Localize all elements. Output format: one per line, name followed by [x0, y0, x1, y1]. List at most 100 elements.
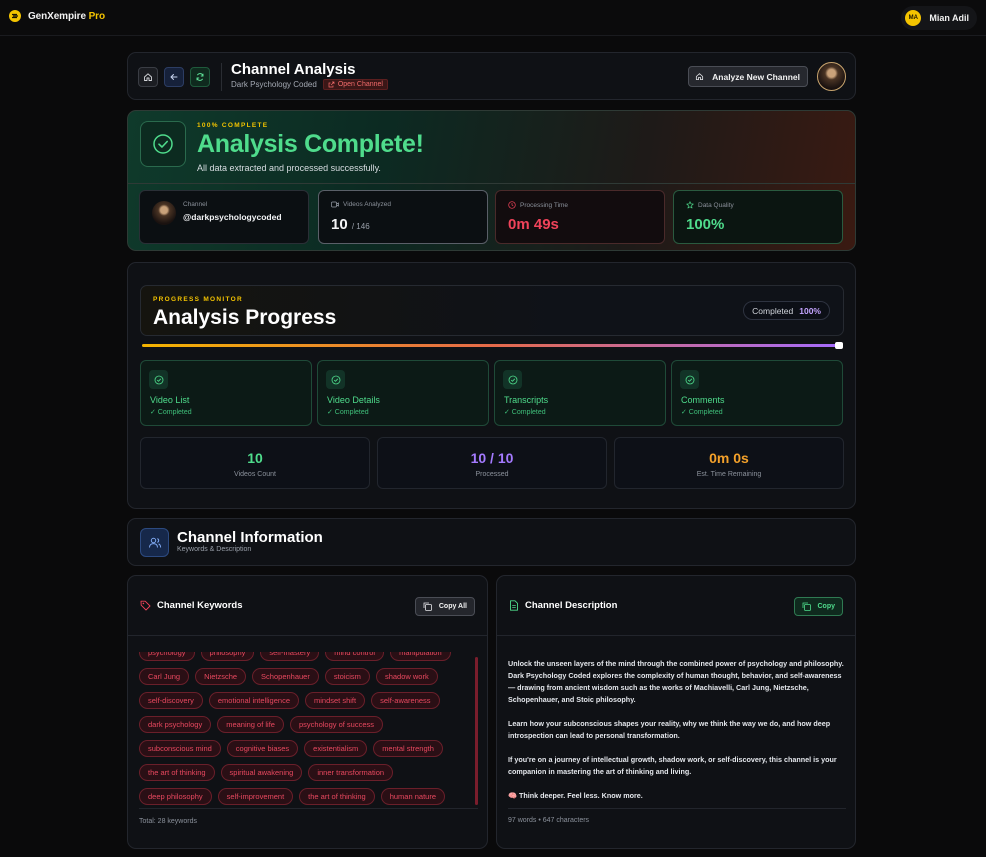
section-subtitle: Keywords & Description	[177, 546, 252, 553]
user-menu[interactable]: MA Mian Adil	[901, 6, 977, 30]
keyword-tag[interactable]: self-improvement	[217, 788, 294, 805]
arrow-left-icon	[170, 74, 178, 80]
step-comments: Comments ✓ Completed	[671, 360, 843, 426]
stat-value: 100%	[686, 216, 725, 233]
copy-icon	[802, 602, 811, 611]
brand-name: GenXempire Pro	[28, 10, 105, 22]
keyword-tag[interactable]: stoicism	[324, 668, 370, 685]
channel-information-header: Channel Information Keywords & Descripti…	[127, 518, 856, 566]
card-title: Channel Description	[509, 600, 617, 611]
users-icon	[140, 528, 169, 557]
user-avatar: MA	[905, 10, 922, 26]
channel-description-card: Channel Description Copy Unlock the unse…	[496, 575, 856, 849]
progress-bar-fill	[142, 344, 843, 347]
divider	[508, 808, 846, 809]
back-button[interactable]	[164, 67, 184, 87]
card-title: Channel Keywords	[140, 600, 243, 611]
keyword-tag[interactable]: shadow work	[375, 668, 438, 685]
keyword-tag[interactable]: mindset shift	[305, 692, 366, 709]
channel-avatar-small	[152, 201, 176, 225]
open-channel-label: Open Channel	[337, 81, 383, 88]
progress-bar	[142, 342, 843, 349]
keywords-scroll-area[interactable]: psychology philosophy self-mastery mind con…	[139, 652, 478, 809]
metric-label: Est. Time Remaining	[696, 471, 762, 478]
header-divider	[221, 63, 222, 91]
stat-processing-time: Processing Time 0m 49s	[495, 190, 665, 244]
step-status: ✓ Completed	[681, 409, 723, 416]
progress-header: PROGRESS MONITOR Analysis Progress Compl…	[140, 285, 844, 336]
metric-videos-count: 10 Videos Count	[140, 437, 370, 489]
keywords-list: psychology philosophy self-mastery mind con…	[139, 652, 465, 805]
step-status: ✓ Completed	[327, 409, 369, 416]
keyword-tag[interactable]: deep philosophy	[139, 788, 212, 805]
stat-label: Data Quality	[686, 201, 734, 209]
refresh-button[interactable]	[190, 67, 210, 87]
keyword-tag[interactable]: emotional intelligence	[208, 692, 299, 709]
complete-subtitle: All data extracted and processed success…	[197, 163, 381, 173]
metric-label: Processed	[475, 471, 509, 478]
keyword-tag[interactable]: Nietzsche	[195, 668, 247, 685]
keyword-tag[interactable]: meaning of life	[217, 716, 284, 733]
description-paragraph: 🧠 Think deeper. Feel less. Know more.	[508, 791, 643, 800]
check-circle-icon	[503, 370, 522, 389]
channel-keywords-card: Channel Keywords Copy All psychology phil…	[127, 575, 488, 849]
progress-title: Analysis Progress	[153, 306, 337, 329]
success-badge	[140, 121, 186, 167]
keywords-total: Total: 28 keywords	[139, 818, 197, 825]
stat-data-quality: Data Quality 100%	[673, 190, 843, 244]
keyword-tag[interactable]: human nature	[380, 788, 446, 805]
description-text: Unlock the unseen layers of the mind thr…	[508, 658, 846, 814]
keyword-tag[interactable]: philosophy	[200, 652, 255, 661]
keyword-tag[interactable]: self-discovery	[139, 692, 203, 709]
home-button[interactable]	[138, 67, 158, 87]
home-icon	[144, 73, 152, 81]
metric-value: 10 / 10	[470, 450, 514, 466]
step-status: ✓ Completed	[150, 409, 192, 416]
scrollbar[interactable]	[475, 657, 478, 805]
stat-label: Videos Analyzed	[331, 201, 391, 208]
copy-all-button[interactable]: Copy All	[414, 597, 475, 616]
keyword-tag[interactable]: mental strength	[373, 740, 443, 757]
keyword-tag[interactable]: existentialism	[304, 740, 368, 757]
keyword-tag[interactable]: the art of thinking	[139, 764, 215, 781]
check-circle-icon	[153, 134, 173, 154]
step-name: Video List	[150, 395, 190, 405]
keyword-tag[interactable]: psychology	[139, 652, 195, 661]
stat-value: 10 / 146	[331, 216, 370, 233]
document-icon	[510, 600, 518, 611]
stat-value: 0m 49s	[508, 216, 559, 233]
keyword-tag[interactable]: psychology of success	[289, 716, 384, 733]
metric-value: 10	[247, 450, 263, 466]
divider	[128, 183, 855, 184]
keyword-tag[interactable]: the art of thinking	[299, 788, 375, 805]
keyword-tag[interactable]: cognitive biases	[226, 740, 299, 757]
complete-title: Analysis Complete!	[197, 130, 424, 158]
step-name: Comments	[681, 395, 725, 405]
channel-header: Channel Analysis Dark Psychology Coded O…	[127, 52, 856, 100]
keyword-tag[interactable]: dark psychology	[139, 716, 212, 733]
top-bar: GenXempire Pro MA Mian Adil	[0, 0, 986, 36]
analyze-new-channel-button[interactable]: Analyze New Channel	[688, 66, 808, 87]
keyword-tag[interactable]: subconscious mind	[139, 740, 221, 757]
keyword-tag[interactable]: self-mastery	[260, 652, 320, 661]
keyword-tag[interactable]: self-awareness	[371, 692, 440, 709]
keyword-tag[interactable]: mind control	[325, 652, 385, 661]
copy-description-button[interactable]: Copy	[793, 597, 843, 616]
refresh-icon	[196, 73, 204, 81]
keyword-tag[interactable]: Schopenhauer	[252, 668, 319, 685]
step-name: Transcripts	[504, 395, 549, 405]
progress-kicker: PROGRESS MONITOR	[153, 296, 244, 303]
keyword-tag[interactable]: spiritual awakening	[220, 764, 303, 781]
home-icon	[696, 73, 704, 81]
keyword-tag[interactable]: inner transformation	[308, 764, 394, 781]
progress-monitor-card: PROGRESS MONITOR Analysis Progress Compl…	[127, 262, 856, 509]
open-channel-link[interactable]: Open Channel	[322, 79, 388, 90]
keyword-tag[interactable]: manipulation	[390, 652, 451, 661]
description-paragraph: Unlock the unseen layers of the mind thr…	[508, 659, 844, 704]
channel-avatar	[817, 62, 846, 91]
stat-videos-analyzed: Videos Analyzed 10 / 146	[318, 190, 488, 244]
step-video-details: Video Details ✓ Completed	[317, 360, 489, 426]
brand[interactable]: GenXempire Pro	[9, 10, 105, 22]
analyze-new-channel-label: Analyze New Channel	[712, 71, 800, 82]
keyword-tag[interactable]: Carl Jung	[139, 668, 190, 685]
